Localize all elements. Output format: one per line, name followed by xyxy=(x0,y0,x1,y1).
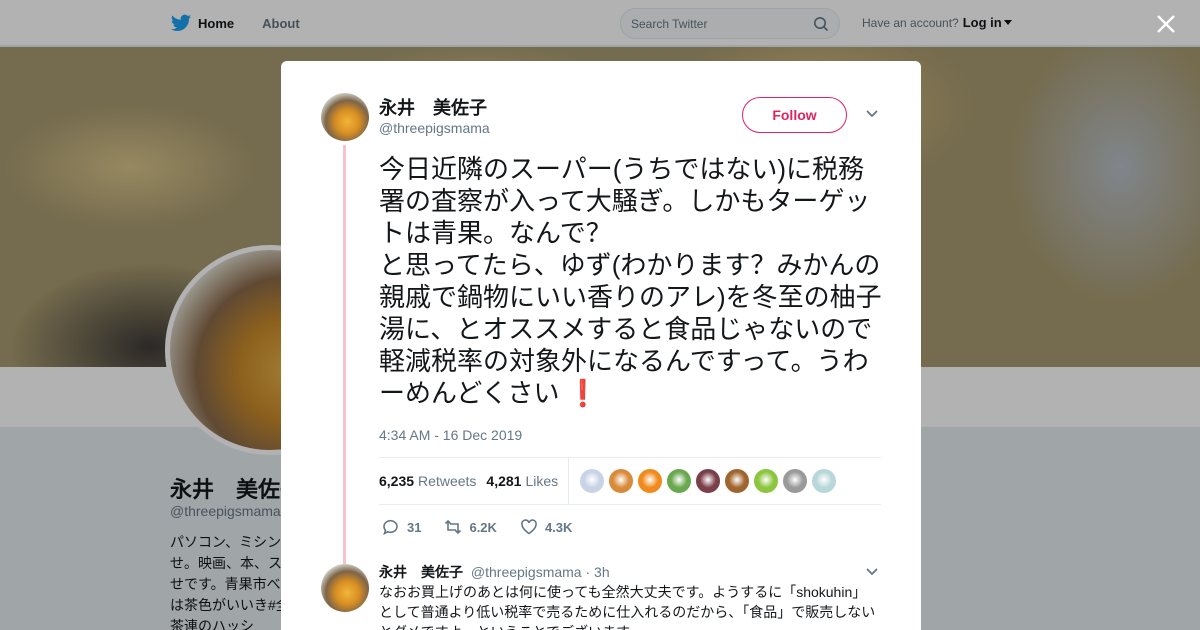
liker-avatar[interactable] xyxy=(753,468,780,494)
liker-avatar[interactable] xyxy=(695,468,722,494)
tweet-stats: 6,235 Retweets 4,281 Likes xyxy=(379,457,881,505)
retweets-label: Retweets xyxy=(418,473,477,489)
reply-author-avatar[interactable] xyxy=(321,564,369,612)
author-name[interactable]: 永井 美佐子 xyxy=(379,94,487,120)
reply-author-handle[interactable]: @threepigsmama xyxy=(471,564,582,580)
tweet-actions: 31 6.2K 4.3K xyxy=(381,517,594,537)
liker-avatar[interactable] xyxy=(811,468,838,494)
retweets-count: 6,235 xyxy=(379,473,415,489)
liker-avatar[interactable] xyxy=(637,468,664,494)
reply-button[interactable]: 31 xyxy=(381,517,421,537)
thread-line xyxy=(343,145,346,565)
liker-avatar[interactable] xyxy=(579,468,606,494)
reply-icon xyxy=(383,519,398,536)
tweet-modal: 永井 美佐子 @threepigsmama Follow 今日近隣のスーパー(う… xyxy=(281,61,921,630)
retweet-count: 6.2K xyxy=(469,519,497,535)
retweets-stat[interactable]: 6,235 Retweets xyxy=(379,473,476,489)
exclamation-emoji: ❗ xyxy=(566,378,600,408)
likes-label: Likes xyxy=(525,473,559,489)
follow-button[interactable]: Follow xyxy=(742,97,847,133)
liker-avatar[interactable] xyxy=(608,468,635,494)
tweet-timestamp[interactable]: 4:34 AM - 16 Dec 2019 xyxy=(379,427,522,443)
liker-avatars xyxy=(579,468,838,494)
reply-header: 永井 美佐子 @threepigsmama · 3h xyxy=(379,562,610,582)
like-count: 4.3K xyxy=(544,519,573,535)
close-icon[interactable] xyxy=(1154,12,1178,36)
reply-chevron-down-icon[interactable] xyxy=(865,567,879,577)
like-button[interactable]: 4.3K xyxy=(519,517,572,537)
stats-divider xyxy=(568,457,570,505)
likes-count: 4,281 xyxy=(486,473,522,489)
likes-stat[interactable]: 4,281 Likes xyxy=(486,473,558,489)
reply-text: なおお買上げのあとは何に使っても全然大丈夫です。ようするに「shokuhin」と… xyxy=(379,584,876,630)
heart-icon xyxy=(521,519,537,535)
author-avatar[interactable] xyxy=(321,93,369,141)
chevron-down-icon[interactable] xyxy=(865,109,879,119)
tweet-body: 今日近隣のスーパー(うちではない)に税務署の査察が入って大騒ぎ。しかもターゲット… xyxy=(379,154,882,408)
liker-avatar[interactable] xyxy=(666,468,693,494)
tweet-text: 今日近隣のスーパー(うちではない)に税務署の査察が入って大騒ぎ。しかもターゲット… xyxy=(379,153,889,409)
author-handle[interactable]: @threepigsmama xyxy=(379,120,490,136)
retweet-button[interactable]: 6.2K xyxy=(443,517,497,537)
reply-author-name[interactable]: 永井 美佐子 xyxy=(379,564,463,580)
reply-count: 31 xyxy=(407,519,422,535)
retweet-icon xyxy=(445,519,462,535)
reply-age[interactable]: · 3h xyxy=(585,564,609,580)
liker-avatar[interactable] xyxy=(724,468,751,494)
liker-avatar[interactable] xyxy=(782,468,809,494)
